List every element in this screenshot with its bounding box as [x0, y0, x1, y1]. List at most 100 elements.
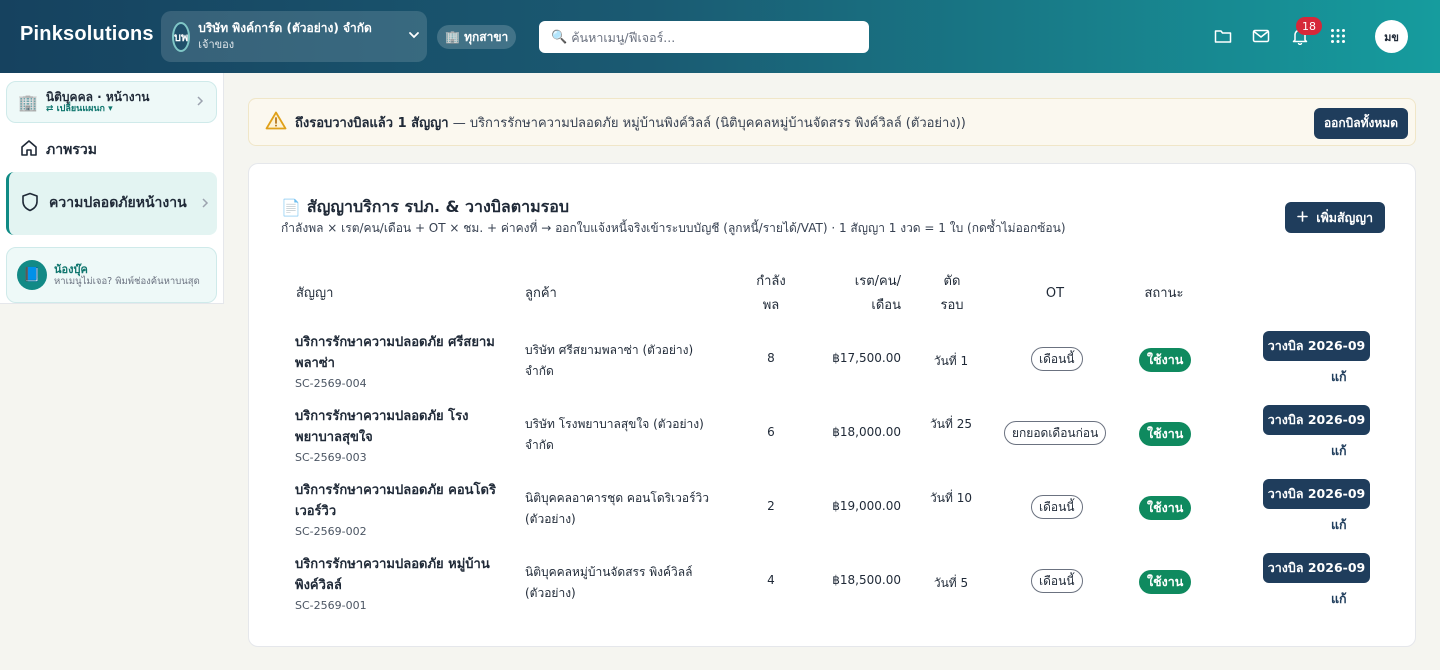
- staff-count: 8: [767, 351, 775, 365]
- rate-per-person: ฿19,000.00: [832, 499, 901, 513]
- card-subtitle: กำลังพล × เรต/คน/เดือน + OT × ชม. + ค่าค…: [281, 221, 1066, 235]
- search-input[interactable]: [571, 29, 862, 45]
- header-cutoff-line1: ตัด: [943, 274, 961, 289]
- home-icon: [20, 139, 38, 161]
- customer-name: นิติบุคคลอาคารชุด คอนโดริเวอร์วิว (ตัวอย…: [525, 491, 710, 526]
- issue-bill-button[interactable]: วางบิล 2026-09: [1263, 479, 1370, 509]
- customer-name: บริษัท โรงพยาบาลสุขใจ (ตัวอย่าง) จำกัด: [525, 417, 704, 452]
- header-ot: OT: [1045, 286, 1065, 301]
- contract-name-text: บริการรักษาความปลอดภัย คอนโดริเวอร์วิว: [295, 483, 496, 519]
- contract-name[interactable]: บริการรักษาความปลอดภัย ศรีสยามพลาซ่า SC-…: [295, 332, 505, 394]
- company-role: เจ้าของ: [198, 37, 235, 51]
- edit-link[interactable]: แก้: [1331, 515, 1347, 535]
- rate-per-person: ฿18,500.00: [832, 573, 901, 587]
- staff-count: 2: [767, 499, 775, 513]
- status-badge: ใช้งาน: [1139, 496, 1192, 520]
- entity-switcher[interactable]: 🏢 นิติบุคคล · หน้างาน ⇄ เปลี่ยนแผนก ▾: [6, 81, 217, 123]
- alert-detail: — บริการรักษาความปลอดภัย หมู่บ้านพิงค์วิ…: [448, 115, 966, 131]
- header-staff-line1: กำลัง: [756, 274, 786, 289]
- status-badge: ใช้งาน: [1139, 348, 1192, 372]
- staff-count: 6: [767, 425, 775, 439]
- contract-code: SC-2569-003: [295, 451, 367, 464]
- edit-link[interactable]: แก้: [1331, 367, 1347, 387]
- cutoff-day: วันที่ 1: [933, 354, 969, 368]
- plus-icon: [1297, 210, 1309, 225]
- search-box[interactable]: 🔍: [539, 21, 869, 53]
- apps-grid-icon[interactable]: [1328, 26, 1348, 46]
- contract-name[interactable]: บริการรักษาความปลอดภัย โรงพยาบาลสุขใจ SC…: [295, 406, 505, 468]
- header-customer: ลูกค้า: [525, 286, 557, 301]
- chevron-right-icon: [196, 95, 204, 109]
- contract-name[interactable]: บริการรักษาความปลอดภัย คอนโดริเวอร์วิว S…: [295, 480, 505, 542]
- folder-icon[interactable]: [1213, 26, 1233, 46]
- ot-mode-pill: เดือนนี้: [1031, 347, 1083, 371]
- table-row: บริการรักษาความปลอดภัย คอนโดริเวอร์วิว S…: [281, 476, 1391, 550]
- warning-icon: [265, 111, 287, 134]
- entity-switch-link[interactable]: ⇄ เปลี่ยนแผนก ▾: [46, 104, 196, 115]
- document-icon: 📄: [281, 198, 301, 217]
- header-cutoff-line2: รอบ: [940, 298, 964, 313]
- company-switcher[interactable]: บพ บริษัท พิงค์การ์ด (ตัวอย่าง) จำกัด เจ…: [161, 11, 427, 62]
- edit-link[interactable]: แก้: [1331, 441, 1347, 461]
- add-contract-button[interactable]: เพิ่มสัญญา: [1285, 202, 1385, 233]
- company-avatar: บพ: [172, 21, 191, 52]
- header-rate-line2: เดือน: [871, 298, 901, 313]
- table-row: บริการรักษาความปลอดภัย โรงพยาบาลสุขใจ SC…: [281, 402, 1391, 476]
- contract-name-text: บริการรักษาความปลอดภัย หมู่บ้านพิงค์วิลล…: [295, 557, 490, 593]
- sidebar-item-label: ความปลอดภัยหน้างาน: [49, 195, 187, 211]
- search-icon: 🔍: [551, 29, 568, 45]
- header-contract: สัญญา: [296, 286, 334, 301]
- contract-code: SC-2569-002: [295, 525, 367, 538]
- status-badge: ใช้งาน: [1139, 422, 1192, 446]
- issue-bill-button[interactable]: วางบิล 2026-09: [1263, 405, 1370, 435]
- sidebar: 🏢 นิติบุคคล · หน้างาน ⇄ เปลี่ยนแผนก ▾ ภา…: [0, 73, 224, 304]
- alert-text: ถึงรอบวางบิลแล้ว 1 สัญญา — บริการรักษาคว…: [295, 112, 966, 133]
- user-avatar[interactable]: มข: [1375, 20, 1408, 53]
- header-staff: กำลัง พล: [741, 270, 801, 318]
- table-row: บริการรักษาความปลอดภัย หมู่บ้านพิงค์วิลล…: [281, 550, 1391, 624]
- header-rate-line1: เรต/คน/: [854, 274, 901, 289]
- card-title-text: สัญญาบริการ รปภ. & วางบิลตามรอบ: [306, 197, 570, 216]
- rate-per-person: ฿18,000.00: [832, 425, 901, 439]
- bill-all-button[interactable]: ออกบิลทั้งหมด: [1313, 108, 1408, 139]
- cutoff-day: วันที่ 5: [933, 576, 969, 590]
- ot-mode-pill: ยกยอดเดือนก่อน: [1004, 421, 1107, 445]
- cutoff-day: วันที่ 25: [930, 417, 972, 431]
- top-bar: Pinksolutions บพ บริษัท พิงค์การ์ด (ตัวอ…: [0, 0, 1440, 73]
- sidebar-item-overview[interactable]: ภาพรวม: [20, 139, 97, 161]
- company-name: บริษัท พิงค์การ์ด (ตัวอย่าง) จำกัด: [198, 20, 372, 35]
- brand-logo[interactable]: Pinksolutions: [20, 23, 154, 46]
- notification-badge: 18: [1296, 17, 1322, 35]
- sidebar-item-label: ภาพรวม: [46, 142, 97, 158]
- branch-selector[interactable]: 🏢 ทุกสาขา: [437, 25, 517, 49]
- header-rate: เรต/คน/ เดือน: [829, 270, 901, 318]
- add-contract-label: เพิ่มสัญญา: [1316, 209, 1373, 225]
- edit-link[interactable]: แก้: [1331, 589, 1347, 609]
- ot-mode-pill: เดือนนี้: [1031, 569, 1083, 593]
- card-title: 📄 สัญญาบริการ รปภ. & วางบิลตามรอบ: [281, 195, 569, 220]
- issue-bill-button[interactable]: วางบิล 2026-09: [1263, 331, 1370, 361]
- helper-text: หาเมนูไม่เจอ? พิมพ์ช่องค้นหาบนสุด: [54, 275, 200, 287]
- book-icon: 📘: [17, 260, 47, 290]
- header-staff-line2: พล: [762, 298, 780, 313]
- helper-assistant[interactable]: 📘 น้องบุ๊ค หาเมนูไม่เจอ? พิมพ์ช่องค้นหาบ…: [6, 247, 217, 303]
- chevron-right-icon: [201, 197, 209, 211]
- customer-name: นิติบุคคลหมู่บ้านจัดสรร พิงค์วิลล์ (ตัวอ…: [525, 565, 693, 600]
- chevron-down-icon: [408, 29, 420, 45]
- issue-bill-button[interactable]: วางบิล 2026-09: [1263, 553, 1370, 583]
- ot-mode-pill: เดือนนี้: [1031, 495, 1083, 519]
- contract-name-text: บริการรักษาความปลอดภัย โรงพยาบาลสุขใจ: [295, 409, 469, 445]
- entity-title: นิติบุคคล · หน้างาน: [45, 89, 150, 104]
- shield-icon: [21, 192, 41, 216]
- cutoff-day: วันที่ 10: [930, 491, 972, 505]
- contract-code: SC-2569-004: [295, 377, 367, 390]
- helper-title: น้องบุ๊ค: [54, 262, 88, 276]
- mail-icon[interactable]: [1251, 26, 1271, 46]
- rate-per-person: ฿17,500.00: [832, 351, 901, 365]
- staff-count: 4: [767, 573, 775, 587]
- contract-name[interactable]: บริการรักษาความปลอดภัย หมู่บ้านพิงค์วิลล…: [295, 554, 505, 616]
- alert-bold: ถึงรอบวางบิลแล้ว 1 สัญญา: [295, 115, 449, 131]
- billing-alert: ถึงรอบวางบิลแล้ว 1 สัญญา — บริการรักษาคว…: [248, 98, 1416, 146]
- sidebar-item-security[interactable]: ความปลอดภัยหน้างาน: [6, 172, 217, 235]
- header-status: สถานะ: [1144, 286, 1184, 301]
